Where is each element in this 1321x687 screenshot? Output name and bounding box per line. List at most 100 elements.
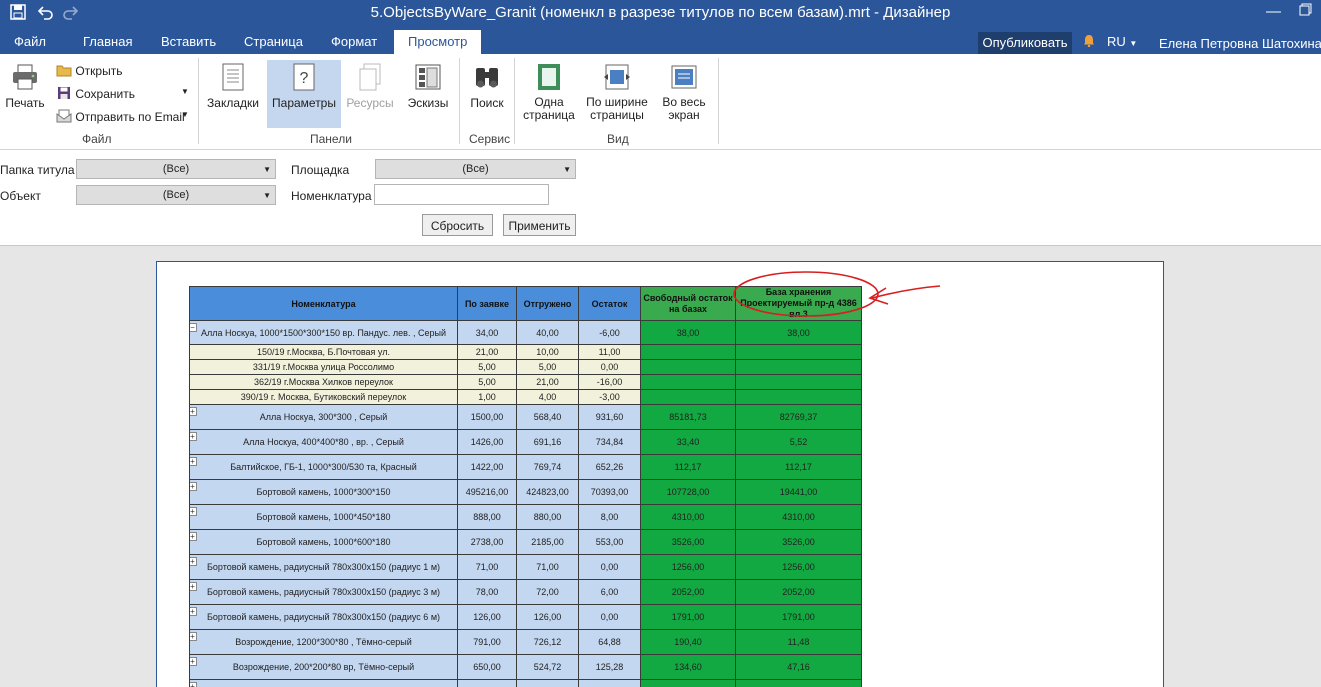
- table-header-row: Номенклатура По заявке Отгружено Остаток…: [189, 286, 862, 321]
- nomenclature-text: Алла Носкуа, 1000*1500*300*150 вр. Панду…: [201, 327, 446, 338]
- open-button[interactable]: Открыть: [56, 63, 122, 78]
- one-page-label: Одна страница: [523, 95, 575, 122]
- full-screen-icon: [671, 65, 697, 89]
- print-button[interactable]: Печать: [4, 62, 46, 128]
- table-row: + Бортовой камень, 1000*600*180 2738,00 218…: [189, 529, 862, 555]
- collapse-icon[interactable]: −: [190, 323, 197, 332]
- expand-icon[interactable]: +: [190, 432, 197, 441]
- table-row: + Возрождение, 200*200*80 вр, Тёмно-серый…: [189, 654, 862, 680]
- cell-nomenclature: + Бортовой камень, радиусный 780x300x150 …: [189, 554, 458, 580]
- site-select[interactable]: (Все) ▼: [375, 159, 576, 179]
- cell-remaining: 0,00: [578, 554, 641, 580]
- reset-button[interactable]: Сбросить: [422, 214, 493, 236]
- nomenclature-text: Балтийское, ГБ-1, 1000*300/530 та, Красн…: [230, 462, 417, 472]
- cell-storage-base: 1791,00: [735, 604, 862, 630]
- object-label: Объект: [0, 189, 41, 203]
- expand-icon[interactable]: +: [190, 607, 197, 616]
- cell-shipped: 4,00: [516, 389, 579, 405]
- nomenclature-text: 390/19 г. Москва, Бутиковский переулок: [240, 392, 407, 402]
- cell-shipped: 769,74: [516, 454, 579, 480]
- expand-icon[interactable]: +: [190, 482, 197, 491]
- tab-view[interactable]: Просмотр: [394, 30, 482, 54]
- minimize-icon[interactable]: —: [1266, 3, 1281, 20]
- cell-nomenclature: + Возрождение, 1200*300*80 , Тёмно-серый: [189, 629, 458, 655]
- user-name[interactable]: Елена Петровна Шатохина: [1159, 36, 1321, 51]
- title-bar: 5.ObjectsByWare_Granit (номенкл в разрез…: [0, 0, 1321, 28]
- bookmarks-icon: [222, 63, 244, 91]
- nomenclature-text: Возрождение, 200*200*80 вр, Тёмно-серый: [232, 662, 415, 672]
- cell-storage-base: [735, 344, 862, 360]
- cell-nomenclature: + Бортовой камень, 1000*300*150: [189, 479, 458, 505]
- save-button[interactable]: Сохранить: [56, 86, 135, 101]
- chevron-down-icon: ▼: [263, 191, 271, 200]
- header-shipped: Отгружено: [516, 286, 579, 321]
- nomenclature-label: Номенклатура: [291, 189, 372, 203]
- cell-ordered: 791,00: [457, 629, 517, 655]
- cell-ordered: 21,00: [457, 344, 517, 360]
- expand-icon[interactable]: +: [190, 682, 197, 687]
- expand-icon[interactable]: +: [190, 582, 197, 591]
- search-button[interactable]: Поиск: [466, 62, 508, 128]
- title-folder-select[interactable]: (Все) ▼: [76, 159, 276, 179]
- restore-icon[interactable]: [1299, 3, 1312, 20]
- full-screen-button[interactable]: Во весь экран: [657, 62, 711, 132]
- one-page-button[interactable]: Одна страница: [522, 62, 576, 132]
- resources-icon: [359, 63, 381, 91]
- cell-nomenclature: 150/19 г.Москва, Б.Почтовая ул.: [189, 344, 458, 360]
- nomenclature-text: 331/19 г.Москва улица Россолимо: [252, 362, 395, 372]
- nomenclature-text: Бортовой камень, 1000*450*180: [256, 512, 391, 522]
- nomenclature-input[interactable]: [374, 184, 549, 205]
- cell-ordered: 5,00: [457, 374, 517, 390]
- expand-icon[interactable]: +: [190, 407, 197, 416]
- table-row: + Бортовой камень, радиусный 780x300x150 …: [189, 579, 862, 605]
- email-label: Отправить по Email: [75, 110, 185, 124]
- publish-button[interactable]: Опубликовать: [978, 32, 1072, 54]
- expand-icon[interactable]: +: [190, 457, 197, 466]
- parameters-button[interactable]: ? Параметры: [267, 60, 341, 128]
- tab-insert[interactable]: Вставить: [161, 34, 216, 49]
- page-width-button[interactable]: По ширине страницы: [584, 62, 650, 132]
- chevron-down-icon: ▼: [263, 165, 271, 174]
- expand-icon[interactable]: +: [190, 557, 197, 566]
- bookmarks-button[interactable]: Закладки: [205, 62, 261, 128]
- table-row: + Возрождение, 1200*300*80 , Тёмно-серый 7…: [189, 629, 862, 655]
- cell-ordered: 888,00: [457, 504, 517, 530]
- thumbnails-icon: [415, 64, 441, 90]
- bookmarks-label: Закладки: [207, 96, 259, 110]
- cell-free-stock: [640, 374, 736, 390]
- nomenclature-text: Возрождение, 1200*300*80 , Тёмно-серый: [235, 637, 412, 647]
- expand-icon[interactable]: +: [190, 632, 197, 641]
- thumbnails-button[interactable]: Эскизы: [404, 62, 452, 128]
- resources-button[interactable]: Ресурсы: [344, 62, 396, 128]
- save-dropdown-icon[interactable]: ▼: [181, 87, 189, 96]
- tab-home[interactable]: Главная: [83, 34, 132, 49]
- email-dropdown-icon[interactable]: ▼: [181, 110, 189, 119]
- cell-storage-base: 3526,00: [735, 529, 862, 555]
- cell-remaining: 8,00: [578, 504, 641, 530]
- table-row: + Бортовой камень, 1000*300*150 495216,00 4…: [189, 479, 862, 505]
- cell-free-stock: [640, 359, 736, 375]
- ribbon-separator: [459, 58, 460, 144]
- table-row: + Балтийское, ГБ-1, 1000*300/530 та, Крас…: [189, 454, 862, 480]
- bell-icon[interactable]: [1083, 34, 1095, 50]
- tab-page[interactable]: Страница: [244, 34, 303, 49]
- object-select[interactable]: (Все) ▼: [76, 185, 276, 205]
- cell-storage-base: 1256,00: [735, 554, 862, 580]
- expand-icon[interactable]: +: [190, 507, 197, 516]
- cell-free-stock: 190,40: [640, 629, 736, 655]
- table-row: + Бортовой камень, радиусный 780x300x150 …: [189, 554, 862, 580]
- apply-button[interactable]: Применить: [503, 214, 576, 236]
- cell-storage-base: 38,00: [735, 320, 862, 345]
- tab-file[interactable]: Файл: [14, 34, 46, 49]
- full-screen-label: Во весь экран: [662, 95, 706, 122]
- expand-icon[interactable]: +: [190, 657, 197, 666]
- cell-remaining: 0,00: [578, 604, 641, 630]
- expand-icon[interactable]: +: [190, 532, 197, 541]
- language-selector[interactable]: RU ▼: [1107, 34, 1137, 49]
- floppy-icon: [58, 87, 70, 99]
- ribbon-separator: [718, 58, 719, 144]
- title-folder-label: Папка титула: [0, 163, 75, 177]
- tab-format[interactable]: Формат: [331, 34, 377, 49]
- email-button[interactable]: Отправить по Email: [56, 109, 185, 124]
- cell-storage-base: 47,16: [735, 654, 862, 680]
